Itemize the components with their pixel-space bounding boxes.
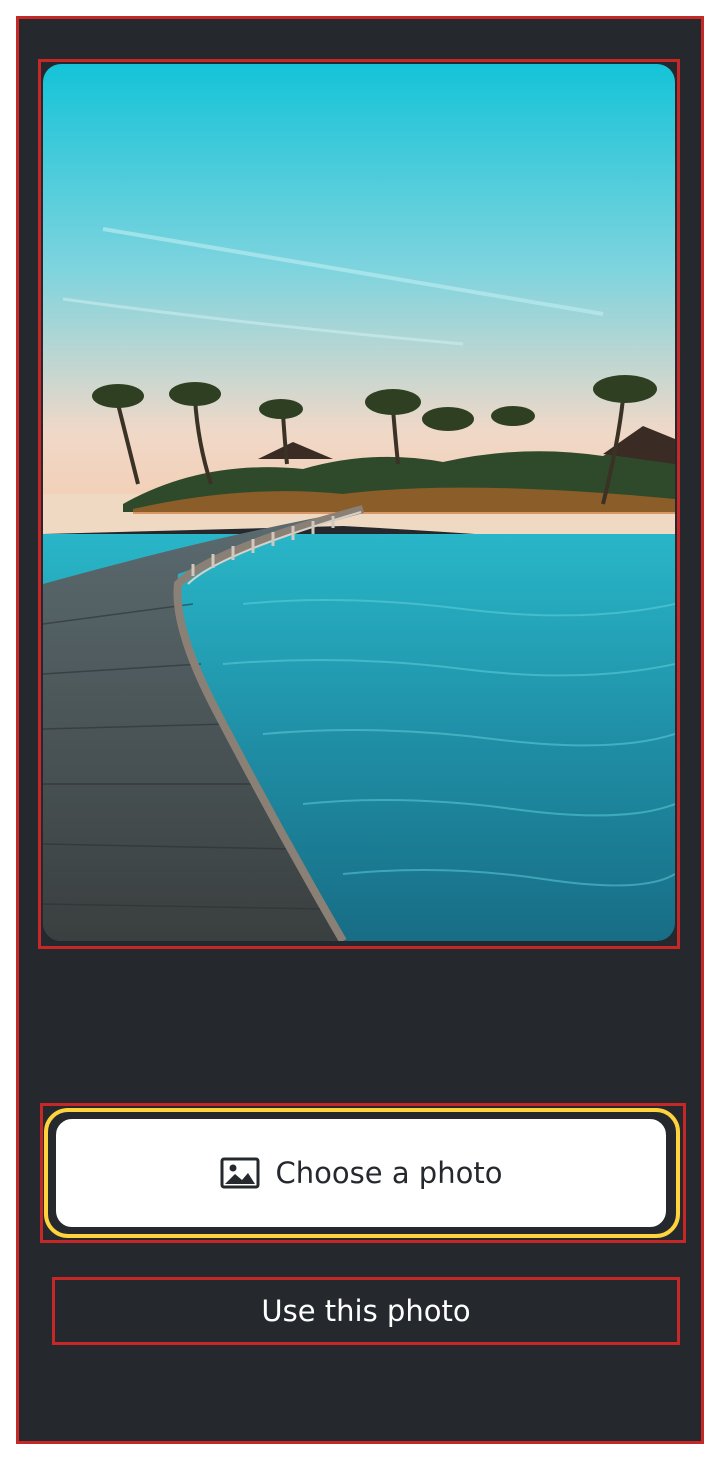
selected-photo (43, 64, 675, 941)
use-photo-label: Use this photo (261, 1294, 471, 1328)
beach-boardwalk-image (43, 64, 675, 941)
choose-photo-button[interactable]: Choose a photo (52, 1115, 670, 1231)
image-icon (220, 1157, 260, 1189)
use-photo-button[interactable]: Use this photo (55, 1280, 677, 1342)
choose-photo-label: Choose a photo (275, 1156, 503, 1190)
